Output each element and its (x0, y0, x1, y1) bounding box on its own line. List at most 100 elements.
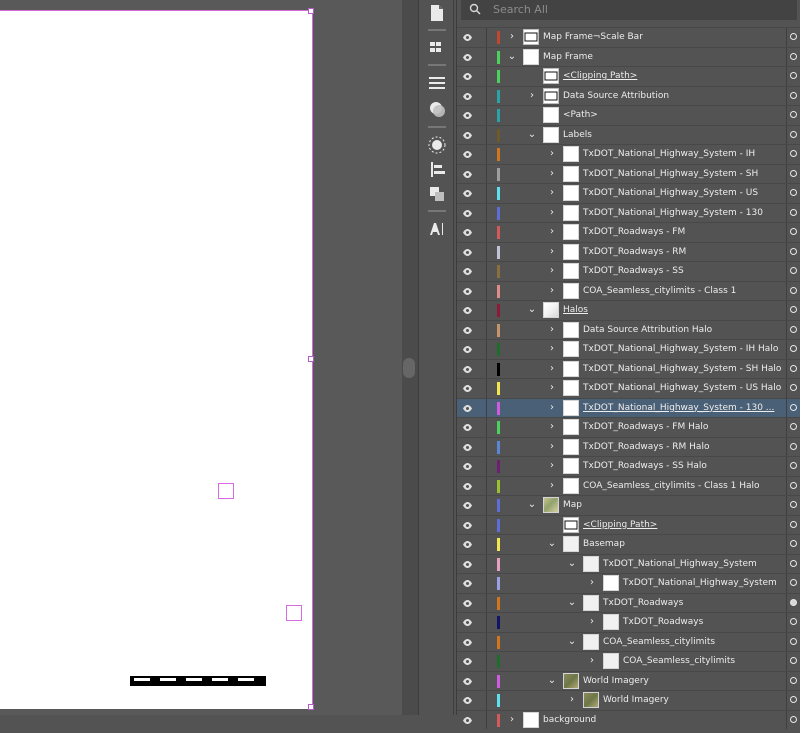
layer-name[interactable]: <Clipping Path> (563, 67, 637, 85)
expand-chevron-icon[interactable]: › (547, 399, 557, 417)
target-indicator-icon[interactable] (790, 540, 797, 547)
visibility-eye-icon[interactable] (462, 188, 473, 199)
page-icon[interactable] (426, 2, 448, 24)
target-indicator-icon[interactable] (790, 618, 797, 625)
layer-name[interactable]: TxDOT_Roadways (603, 594, 683, 612)
collapse-chevron-icon[interactable]: ⌄ (547, 535, 557, 553)
target-indicator-icon[interactable] (790, 345, 797, 352)
visibility-eye-icon[interactable] (462, 149, 473, 160)
middle-right-handle[interactable] (308, 356, 314, 362)
effects-icon[interactable] (426, 134, 448, 156)
expand-chevron-icon[interactable]: › (587, 613, 597, 631)
visibility-eye-icon[interactable] (462, 598, 473, 609)
layer-name[interactable]: Halos (563, 301, 588, 319)
stroke-icon[interactable] (426, 72, 448, 94)
frame-marker[interactable] (218, 483, 234, 499)
layer-name[interactable]: <Clipping Path> (583, 516, 657, 534)
visibility-eye-icon[interactable] (462, 208, 473, 219)
layer-name[interactable]: TxDOT_National_Highway_System - US Halo (583, 379, 781, 397)
layer-name[interactable]: Map Frame¬Scale Bar (543, 28, 643, 46)
layer-row[interactable]: › TxDOT_National_Highway_System - IH (457, 144, 800, 164)
target-indicator-icon[interactable] (790, 169, 797, 177)
layer-name[interactable]: TxDOT_National_Highway_System - US (583, 184, 758, 202)
expand-chevron-icon[interactable]: › (547, 360, 557, 378)
target-indicator-icon[interactable] (790, 306, 797, 313)
visibility-eye-icon[interactable] (462, 305, 473, 316)
splitter-grip[interactable] (403, 358, 415, 378)
collapse-chevron-icon[interactable]: ⌄ (567, 594, 577, 612)
layer-name[interactable]: World Imagery (583, 672, 649, 690)
target-indicator-icon[interactable] (790, 72, 797, 79)
target-indicator-icon[interactable] (790, 91, 797, 99)
expand-chevron-icon[interactable]: › (587, 652, 597, 670)
target-indicator-icon[interactable] (790, 189, 797, 196)
expand-chevron-icon[interactable]: › (547, 379, 557, 397)
layer-name[interactable]: Data Source Attribution Halo (583, 321, 712, 339)
visibility-eye-icon[interactable] (462, 71, 473, 82)
layer-name[interactable]: TxDOT_Roadways - SS Halo (583, 457, 707, 475)
layer-row[interactable]: ⌄ Basemap (457, 534, 800, 554)
layer-name[interactable]: TxDOT_Roadways - RM Halo (583, 438, 709, 456)
expand-chevron-icon[interactable]: › (507, 28, 517, 46)
visibility-eye-icon[interactable] (462, 266, 473, 277)
layer-name[interactable]: <Path> (563, 106, 598, 124)
visibility-eye-icon[interactable] (462, 422, 473, 433)
target-indicator-icon[interactable] (790, 247, 797, 255)
layer-row[interactable]: ⌄ Map (457, 495, 800, 515)
layer-name[interactable]: Map (563, 496, 582, 514)
collapse-chevron-icon[interactable]: ⌄ (527, 301, 537, 319)
layer-row[interactable]: › background (457, 709, 800, 729)
layer-name[interactable]: TxDOT_Roadways (623, 613, 703, 631)
expand-chevron-icon[interactable]: › (547, 243, 557, 261)
layer-name[interactable]: Labels (563, 126, 592, 144)
layer-name[interactable]: World Imagery (603, 691, 669, 709)
expand-chevron-icon[interactable]: › (507, 711, 517, 729)
layer-name[interactable]: TxDOT_National_Highway_System - IH (583, 145, 755, 163)
layer-name[interactable]: TxDOT_National_Highway_System - SH Halo (583, 360, 781, 378)
align-icon[interactable] (426, 158, 448, 180)
expand-chevron-icon[interactable]: › (547, 438, 557, 456)
expand-chevron-icon[interactable]: › (547, 165, 557, 183)
layer-row[interactable]: › World Imagery (457, 690, 800, 710)
layer-row[interactable]: › TxDOT_Roadways - RM (457, 241, 800, 261)
visibility-eye-icon[interactable] (462, 110, 473, 121)
target-indicator-icon[interactable] (790, 637, 797, 645)
layer-row[interactable]: › Data Source Attribution (457, 85, 800, 105)
visibility-eye-icon[interactable] (462, 656, 473, 667)
layer-name[interactable]: Map Frame (543, 48, 593, 66)
layer-row[interactable]: › TxDOT_Roadways - FM Halo (457, 417, 800, 437)
collapse-chevron-icon[interactable]: ⌄ (527, 496, 537, 514)
visibility-eye-icon[interactable] (462, 637, 473, 648)
target-indicator-icon[interactable] (790, 325, 797, 333)
target-indicator-icon[interactable] (790, 696, 797, 703)
document-page[interactable] (0, 8, 314, 710)
target-indicator-icon[interactable] (790, 423, 797, 430)
target-indicator-icon[interactable] (790, 286, 797, 294)
visibility-eye-icon[interactable] (462, 442, 473, 453)
collapse-chevron-icon[interactable]: ⌄ (547, 672, 557, 690)
frame-marker[interactable] (286, 605, 302, 621)
expand-chevron-icon[interactable]: › (547, 145, 557, 163)
collapse-chevron-icon[interactable]: ⌄ (567, 633, 577, 651)
expand-chevron-icon[interactable]: › (547, 204, 557, 222)
gradient-icon[interactable] (426, 98, 448, 120)
visibility-eye-icon[interactable] (462, 559, 473, 570)
layer-name[interactable]: COA_Seamless_citylimits (603, 633, 715, 651)
layer-row[interactable]: › TxDOT_National_Highway_System (457, 573, 800, 593)
target-indicator-icon[interactable] (790, 364, 797, 372)
visibility-eye-icon[interactable] (462, 344, 473, 355)
target-indicator-icon[interactable] (790, 150, 797, 157)
layer-row[interactable]: › TxDOT_Roadways - SS (457, 261, 800, 281)
layer-row[interactable]: ⌄ Labels (457, 124, 800, 144)
collapse-chevron-icon[interactable]: ⌄ (507, 48, 517, 66)
layer-row[interactable]: › TxDOT_Roadways - FM (457, 222, 800, 242)
character-icon[interactable] (426, 218, 448, 240)
layer-row[interactable]: › Map Frame¬Scale Bar (457, 27, 800, 47)
pathfinder-icon[interactable] (426, 182, 448, 204)
layer-row[interactable]: › TxDOT_National_Highway_System - IH Halo (457, 339, 800, 359)
target-indicator-icon[interactable] (790, 715, 797, 723)
visibility-eye-icon[interactable] (462, 52, 473, 63)
target-indicator-icon[interactable] (790, 228, 797, 235)
target-indicator-icon[interactable] (790, 676, 797, 684)
layer-row[interactable]: › COA_Seamless_citylimits - Class 1 Halo (457, 475, 800, 495)
